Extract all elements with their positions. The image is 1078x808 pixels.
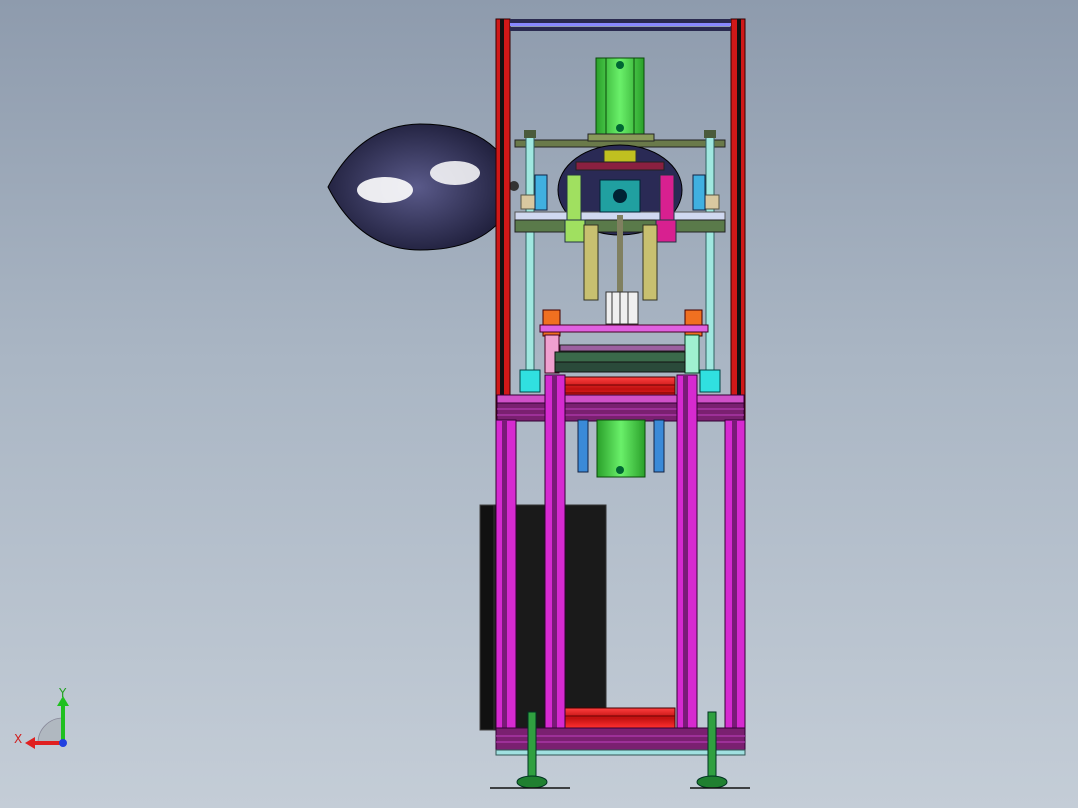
yellow-collar [603,149,637,163]
main-shaft-lower [577,419,665,478]
coordinate-triad: Y X [14,686,69,749]
dark-sphere-part [327,123,519,251]
cad-viewport[interactable]: Y X [0,0,1078,808]
z-axis-dot [59,739,67,747]
y-axis-label: Y [58,686,67,700]
red-clamp-bar [575,161,665,171]
machine-assembly-model[interactable] [0,0,1078,808]
x-axis-arrow [25,737,35,749]
table-top-band [496,394,745,422]
triad-plane [37,717,64,744]
main-shaft-upper [595,57,645,139]
x-axis-label: X [14,732,22,746]
